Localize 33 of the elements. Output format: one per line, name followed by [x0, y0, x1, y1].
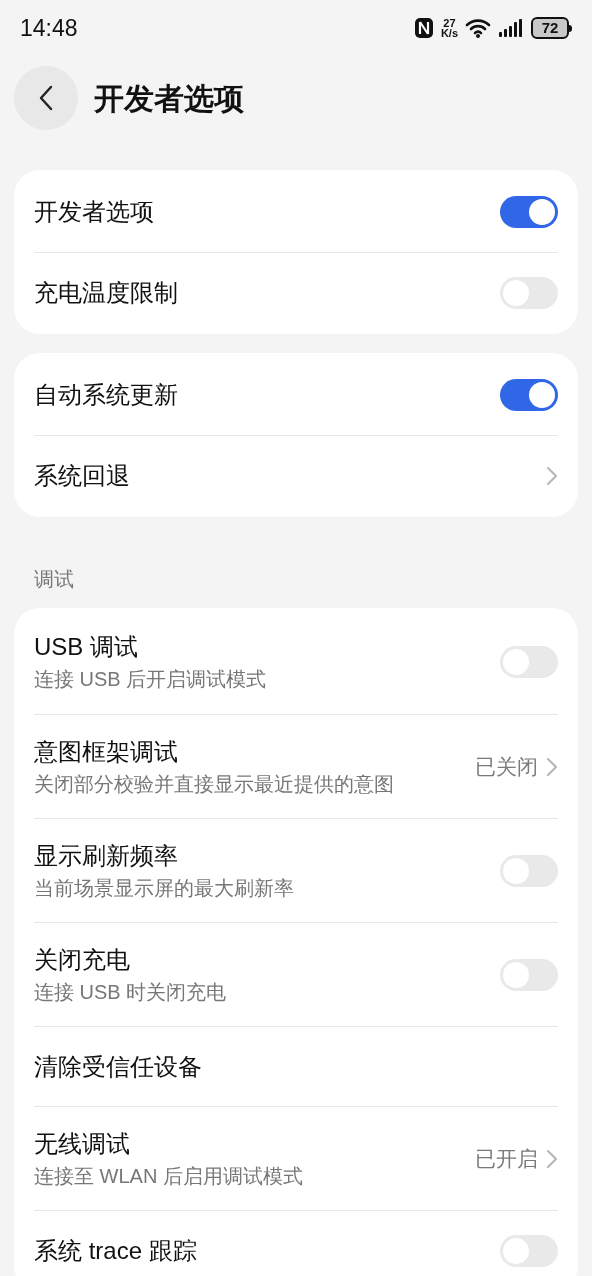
row-title: 无线调试	[34, 1128, 131, 1159]
page-title: 开发者选项	[94, 80, 244, 117]
row-subtitle: 连接 USB 时关闭充电	[34, 979, 227, 1005]
battery-indicator: 72	[531, 17, 572, 39]
row-title: 系统 trace 跟踪	[34, 1235, 197, 1266]
speed-value: 27	[443, 18, 456, 28]
row-title: 系统回退	[34, 460, 130, 491]
toggle-switch[interactable]	[500, 379, 558, 411]
row-title: 意图框架调试	[34, 736, 179, 767]
row-title: USB 调试	[34, 632, 139, 662]
row-title: 显示刷新频率	[34, 840, 179, 871]
signal-icon	[498, 18, 524, 38]
speed-unit: K/s	[440, 28, 458, 38]
row-subtitle: 关闭部分校验并直接显示最近提供的意图	[34, 771, 394, 797]
back-icon	[39, 85, 53, 111]
toggle-switch[interactable]	[500, 196, 558, 228]
row-subtitle: 当前场景显示屏的最大刷新率	[34, 875, 294, 901]
nfc-icon	[413, 17, 434, 39]
chevron-right-icon	[546, 756, 558, 777]
row-title: 自动系统更新	[34, 380, 178, 410]
chevron-right-icon	[546, 1148, 558, 1169]
row-subtitle: 连接 USB 后开启调试模式	[34, 667, 267, 692]
row-title: 清除受信任设备	[34, 1051, 202, 1082]
section-header: 调试	[33, 567, 75, 592]
row-subtitle: 连接至 WLAN 后启用调试模式	[34, 1163, 303, 1189]
row-title: 开发者选项	[34, 197, 154, 227]
row-value: 已开启	[475, 1145, 538, 1172]
wifi-icon	[465, 18, 491, 38]
status-time: 14:48	[20, 13, 78, 43]
row-title: 关闭充电	[34, 944, 131, 975]
chevron-right-icon	[546, 465, 558, 486]
row-value: 已关闭	[475, 753, 538, 780]
row-title: 充电温度限制	[34, 277, 178, 308]
